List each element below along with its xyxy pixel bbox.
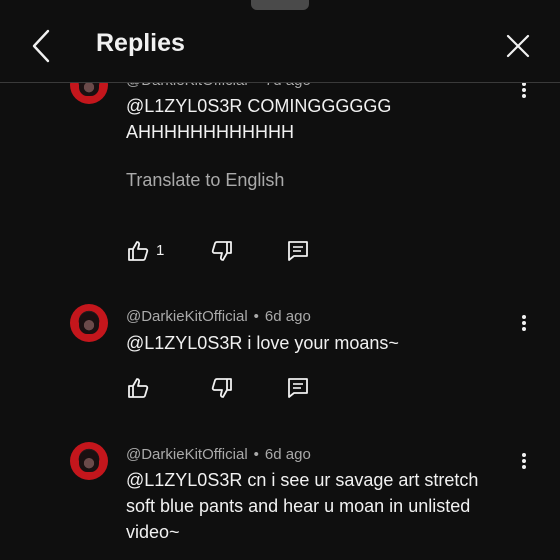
translate-link[interactable]: Translate to English (126, 170, 284, 191)
reply-button[interactable] (286, 376, 312, 402)
reply-time: 6d ago (264, 446, 311, 463)
like-count: 1 (156, 242, 165, 259)
back-button[interactable] (28, 28, 56, 64)
like-button[interactable]: 1 (126, 239, 170, 265)
page-title: Replies (96, 29, 185, 57)
comment-icon (288, 378, 308, 398)
reply-button[interactable] (286, 239, 312, 265)
more-vert-icon[interactable] (514, 449, 534, 473)
reply-author[interactable]: @DarkieKitOfficial (126, 446, 248, 463)
reply-meta: @DarkieKitOfficial • 6d ago (126, 446, 311, 463)
avatar[interactable] (70, 442, 108, 480)
reply-meta: @DarkieKitOfficial • 6d ago (126, 308, 311, 325)
reply-author[interactable]: @DarkieKitOfficial (126, 308, 248, 325)
chevron-left-icon (32, 29, 50, 63)
reply-time: 6d ago (264, 308, 311, 325)
drag-handle[interactable] (251, 0, 309, 10)
comment-icon (288, 241, 308, 261)
meta-separator: • (253, 308, 259, 325)
dislike-button[interactable] (210, 376, 236, 402)
avatar[interactable] (70, 304, 108, 342)
meta-separator: • (253, 446, 259, 463)
dislike-button[interactable] (210, 239, 236, 265)
thumb-down-icon (211, 378, 232, 398)
reply-text: @L1ZYL0S3R i love your moans~ (126, 333, 399, 353)
close-button[interactable] (503, 31, 533, 61)
thumb-up-icon (128, 378, 149, 398)
replies-header: Replies (0, 0, 560, 83)
thumb-up-icon (128, 241, 149, 261)
thumb-down-icon (211, 241, 232, 261)
replies-list: @DarkieKitOfficial•7d ago @L1ZYL0S3R COM… (0, 0, 560, 560)
close-icon (506, 34, 530, 58)
reply-text: @L1ZYL0S3R COMINGGGGGG AHHHHHHHHHHHH (126, 96, 392, 142)
like-button[interactable] (126, 376, 152, 402)
reply-text: @L1ZYL0S3R cn i see ur savage art stretc… (126, 470, 479, 542)
